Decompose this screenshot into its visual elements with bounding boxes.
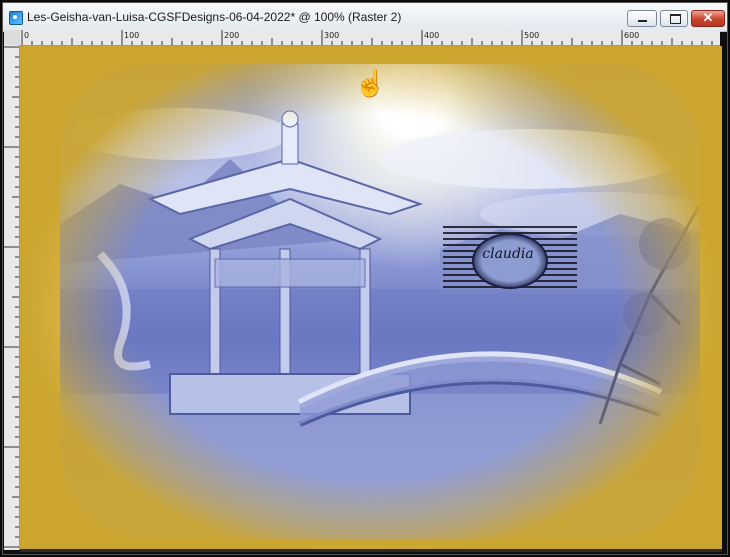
pagoda-bridge-image — [60, 64, 700, 539]
close-icon: ✕ — [702, 10, 714, 25]
minimize-button[interactable] — [627, 10, 657, 27]
app-icon — [9, 11, 23, 25]
title-bar[interactable]: Les-Geisha-van-Luisa-CGSFDesigns-06-04-2… — [3, 3, 727, 32]
vertical-ruler[interactable] — [4, 45, 20, 550]
horizontal-ruler[interactable]: 0 100 200 300 400 500 600 — [20, 30, 720, 46]
pointing-hand-cursor-icon: ☝ — [354, 68, 387, 98]
ruler-label-400: 400 — [424, 31, 440, 40]
watermark-text: claudia — [482, 246, 534, 262]
vertical-ruler-ticks — [4, 46, 19, 548]
ruler-label-100: 100 — [124, 31, 140, 40]
minimize-icon — [638, 20, 647, 22]
ruler-label-600: 600 — [624, 31, 640, 40]
maximize-button[interactable] — [660, 10, 688, 27]
scene-illustration — [60, 108, 700, 539]
ruler-label-500: 500 — [524, 31, 540, 40]
horizontal-scrollbar[interactable] — [20, 549, 722, 552]
window-title: Les-Geisha-van-Luisa-CGSFDesigns-06-04-2… — [27, 10, 402, 24]
image-canvas[interactable]: claudia ☝ — [20, 46, 722, 549]
close-button[interactable]: ✕ — [691, 10, 725, 27]
ruler-corner — [4, 30, 20, 45]
maximize-icon — [670, 14, 681, 24]
ruler-label-200: 200 — [224, 31, 240, 40]
ruler-label-0: 0 — [24, 31, 30, 40]
ruler-label-300: 300 — [324, 31, 340, 40]
